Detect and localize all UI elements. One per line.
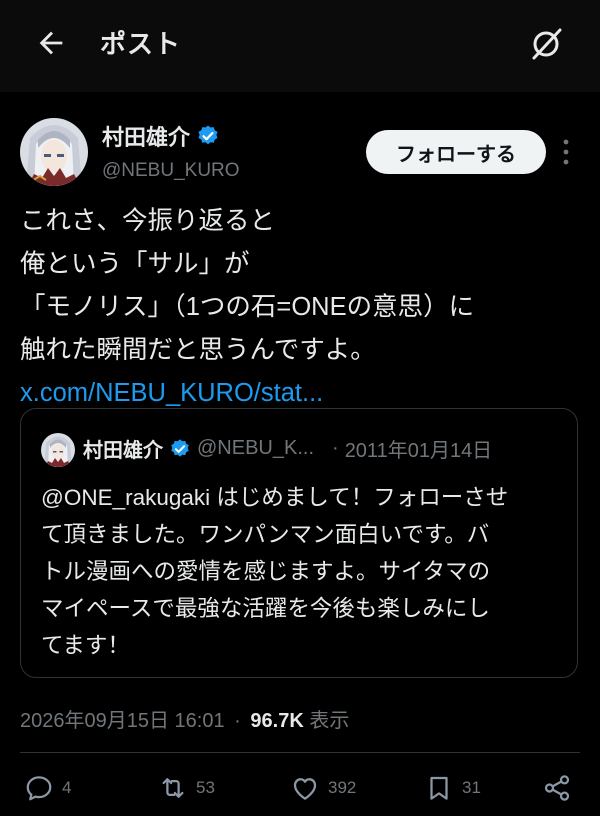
quote-text-line: マイペースで最強な活躍を今後も楽しみにし: [41, 596, 490, 621]
grok-icon[interactable]: [524, 22, 568, 66]
reply-icon: [26, 776, 52, 801]
page-title: ポスト: [100, 29, 182, 59]
reply-count: 4: [62, 778, 72, 797]
author-name[interactable]: 村田雄介: [102, 120, 220, 152]
repost-icon: [162, 778, 184, 798]
more-options-icon[interactable]: [558, 134, 574, 170]
repost-button[interactable]: 53: [158, 770, 215, 806]
quote-avatar: [41, 433, 75, 467]
quote-separator: ·: [332, 437, 339, 459]
quote-author-name: 村田雄介: [83, 440, 163, 462]
post-text-line: 俺という「サル」が: [20, 250, 250, 278]
post-timestamp[interactable]: 2026年09月15日 16:01: [20, 710, 225, 732]
quote-text-line: @ONE_rakugaki はじめまして！フォローさせ: [41, 485, 509, 510]
quote-text: @ONE_rakugaki はじめまして！フォローさせ て頂きました。ワンパンマ…: [41, 479, 561, 664]
share-button[interactable]: [542, 770, 580, 806]
divider: [20, 752, 580, 753]
post-text: これさ、今振り返ると 俺という「サル」が 「モノリス」（1つの石=ONEの意思）…: [20, 200, 580, 415]
quote-author-handle: @NEBU_K...: [197, 437, 315, 459]
post-text-line: 触れた瞬間だと思うんですよ。: [20, 336, 376, 364]
repost-count: 53: [196, 778, 215, 797]
author-name-text[interactable]: 村田雄介: [102, 120, 190, 152]
arrow-left-icon[interactable]: [34, 26, 68, 60]
quote-date: 2011年01月14日: [344, 440, 493, 462]
bookmark-icon: [430, 776, 448, 800]
follow-button[interactable]: フォローする: [366, 130, 546, 174]
author-handle[interactable]: @NEBU_KURO: [102, 160, 240, 182]
verified-badge-icon: [171, 438, 189, 457]
heart-icon: [293, 778, 317, 800]
bookmark-count: 31: [462, 778, 481, 797]
share-icon: [544, 775, 570, 801]
quoted-post[interactable]: 村田雄介 @NEBU_K... · 2011年01月14日 @ONE_rakug…: [20, 408, 578, 678]
top-bar: ポスト: [0, 0, 600, 92]
views-label: 表示: [309, 710, 350, 732]
quote-text-line: て頂きました。ワンパンマン面白いです。バ: [41, 522, 490, 547]
bookmark-button[interactable]: 31: [424, 770, 481, 806]
quote-text-line: てます！: [41, 633, 130, 658]
post-text-line: 「モノリス」（1つの石=ONEの意思）に: [20, 293, 475, 321]
quote-header: 村田雄介 @NEBU_K... · 2011年01月14日: [83, 434, 492, 463]
meta-separator: ·: [234, 710, 241, 732]
quote-text-line: トル漫画への愛情を感じますよ。サイタマの: [41, 559, 491, 584]
reply-button[interactable]: 4: [24, 770, 71, 806]
post-text-line: これさ、今振り返ると: [20, 207, 276, 235]
views-count: 96.7K: [250, 710, 304, 732]
avatar[interactable]: [20, 118, 88, 186]
like-count: 392: [328, 778, 357, 797]
post-meta: 2026年09月15日 16:01 · 96.7K 表示: [20, 704, 349, 733]
verified-badge-icon: [198, 125, 218, 145]
like-button[interactable]: 392: [290, 770, 356, 806]
